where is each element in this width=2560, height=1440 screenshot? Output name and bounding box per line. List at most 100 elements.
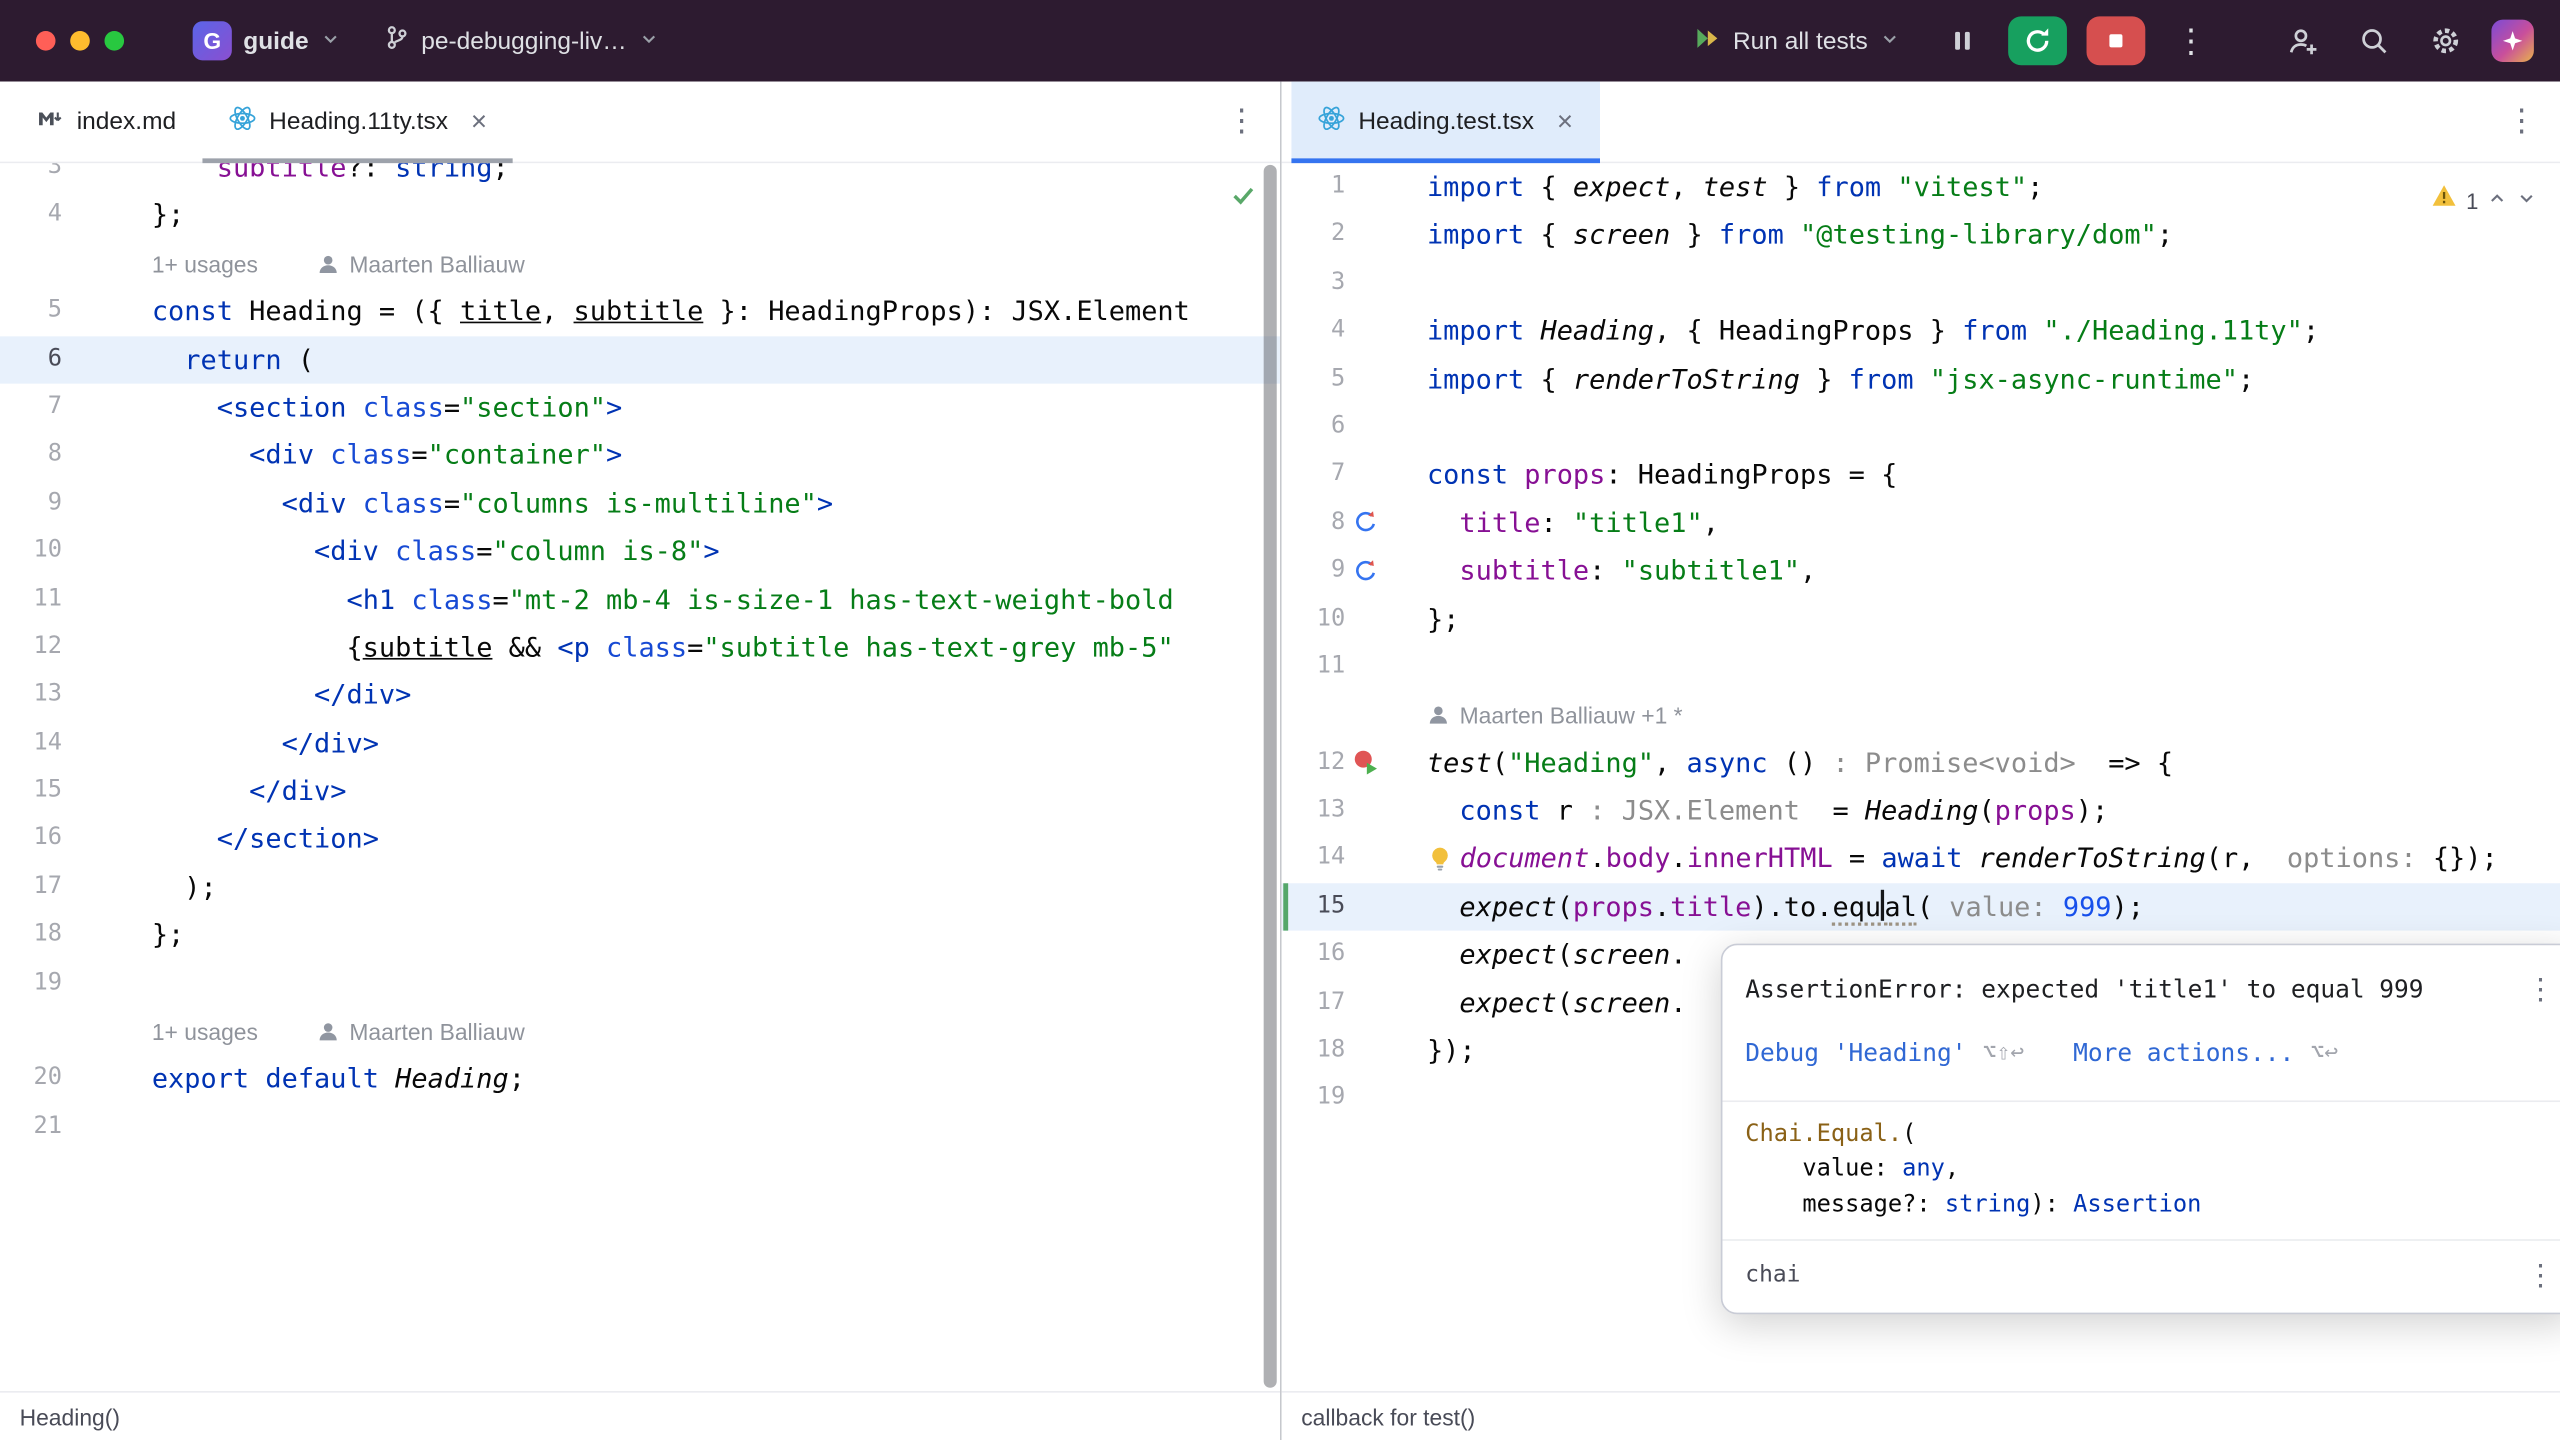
left-editor-scrollbar[interactable] xyxy=(1264,165,1277,1388)
code-line[interactable]: 7 <section class="section"> xyxy=(0,384,1280,432)
gutter[interactable] xyxy=(1345,595,1427,643)
line-number[interactable]: 9 xyxy=(0,480,62,528)
line-number[interactable]: 10 xyxy=(0,528,62,576)
code-line[interactable]: 13 </div> xyxy=(0,672,1280,720)
line-number[interactable]: 13 xyxy=(0,672,62,720)
gutter[interactable] xyxy=(1345,499,1427,547)
line-number[interactable]: 8 xyxy=(1282,499,1346,547)
search-icon[interactable] xyxy=(2348,15,2400,67)
author-avatar-icon[interactable] xyxy=(317,1020,340,1043)
zoom-window-button[interactable] xyxy=(104,31,124,51)
code-line[interactable]: 21 xyxy=(0,1103,1280,1151)
gutter[interactable] xyxy=(1345,259,1427,307)
gutter[interactable] xyxy=(62,911,152,959)
line-number[interactable]: 20 xyxy=(0,1055,62,1103)
gutter[interactable] xyxy=(62,863,152,911)
code-line[interactable]: 14document.body.innerHTML = await render… xyxy=(1282,835,2560,883)
line-number[interactable]: 18 xyxy=(0,911,62,959)
line-number[interactable]: 13 xyxy=(1282,787,1346,835)
close-tab-icon[interactable]: × xyxy=(1557,108,1573,136)
gutter[interactable] xyxy=(1345,355,1427,403)
line-number[interactable] xyxy=(0,1007,62,1055)
pause-button[interactable] xyxy=(1936,15,1988,67)
gutter[interactable] xyxy=(1345,643,1427,691)
line-number[interactable] xyxy=(1282,691,1346,739)
inspections-ok-widget[interactable] xyxy=(1229,178,1257,226)
line-number[interactable]: 10 xyxy=(1282,595,1346,643)
tab-heading-11ty-tsx[interactable]: Heading.11ty.tsx × xyxy=(202,82,513,162)
gutter[interactable] xyxy=(1345,1027,1427,1075)
line-number[interactable]: 8 xyxy=(0,432,62,480)
line-number[interactable] xyxy=(0,240,62,288)
line-number[interactable]: 15 xyxy=(1282,883,1346,931)
rerun-failed-test-icon[interactable] xyxy=(1353,750,1379,776)
code-line[interactable]: 9 <div class="columns is-multiline"> xyxy=(0,480,1280,528)
code-line[interactable]: 4import Heading, { HeadingProps } from "… xyxy=(1282,307,2560,355)
project-selector[interactable]: G guide xyxy=(176,13,357,69)
line-number[interactable]: 5 xyxy=(1282,355,1346,403)
code-line[interactable]: 6 xyxy=(1282,403,2560,451)
close-tab-icon[interactable]: × xyxy=(471,108,487,136)
author-avatar-icon[interactable] xyxy=(1427,704,1450,727)
code-line[interactable]: 16 </section> xyxy=(0,815,1280,863)
code-line[interactable]: 6 return ( xyxy=(0,336,1280,384)
code-line[interactable]: 10 <div class="column is-8"> xyxy=(0,528,1280,576)
gutter[interactable] xyxy=(62,240,152,288)
minimize-window-button[interactable] xyxy=(70,31,90,51)
gutter[interactable] xyxy=(62,1055,152,1103)
line-number[interactable]: 3 xyxy=(0,163,62,191)
ai-assistant-icon[interactable] xyxy=(2491,20,2533,62)
gutter[interactable] xyxy=(1345,163,1427,211)
code-line[interactable]: 9 subtitle: "subtitle1", xyxy=(1282,547,2560,595)
code-line[interactable]: 5const Heading = ({ title, subtitle }: H… xyxy=(0,288,1280,336)
line-number[interactable]: 19 xyxy=(0,959,62,1007)
gutter[interactable] xyxy=(62,719,152,767)
add-user-icon[interactable] xyxy=(2276,15,2328,67)
gutter[interactable] xyxy=(62,192,152,240)
code-line[interactable]: 1+ usagesMaarten Balliauw xyxy=(0,1007,1280,1055)
code-line[interactable]: 15 expect(props.title).to.equal( value: … xyxy=(1282,883,2560,931)
settings-gear-icon[interactable] xyxy=(2420,15,2472,67)
code-line[interactable]: 1import { expect, test } from "vitest"; xyxy=(1282,163,2560,211)
gutter[interactable] xyxy=(62,432,152,480)
gutter[interactable] xyxy=(1345,547,1427,595)
code-line[interactable]: 12test("Heading", async () : Promise<voi… xyxy=(1282,739,2560,787)
line-number[interactable]: 11 xyxy=(1282,643,1346,691)
gutter[interactable] xyxy=(1345,739,1427,787)
line-number[interactable]: 18 xyxy=(1282,1027,1346,1075)
gutter[interactable] xyxy=(1345,403,1427,451)
gutter[interactable] xyxy=(62,624,152,672)
branch-selector[interactable]: pe-debugging-liv… xyxy=(367,13,675,69)
inspections-warning-widget[interactable]: 1 xyxy=(2432,178,2537,226)
line-number[interactable]: 12 xyxy=(0,624,62,672)
line-number[interactable]: 17 xyxy=(1282,979,1346,1027)
right-tabbar-kebab[interactable]: ⋮ xyxy=(2506,103,2537,141)
breadcrumb-item[interactable]: Heading() xyxy=(20,1403,120,1429)
gutter[interactable] xyxy=(62,767,152,815)
tab-heading-test-tsx[interactable]: Heading.test.tsx × xyxy=(1291,82,1599,162)
left-editor[interactable]: 3 subtitle?: string;4};1+ usagesMaarten … xyxy=(0,163,1280,1391)
line-number[interactable]: 4 xyxy=(1282,307,1346,355)
author-annotation[interactable]: Maarten Balliauw xyxy=(349,251,524,277)
stop-button[interactable] xyxy=(2087,16,2146,65)
code-line[interactable]: 7const props: HeadingProps = { xyxy=(1282,451,2560,499)
gutter[interactable] xyxy=(62,288,152,336)
gutter[interactable] xyxy=(62,959,152,1007)
code-line[interactable]: 1+ usages Maarten Balliauw xyxy=(0,240,1280,288)
code-line[interactable]: 19 xyxy=(0,959,1280,1007)
line-number[interactable]: 5 xyxy=(0,288,62,336)
code-line[interactable]: 11 xyxy=(1282,643,2560,691)
gutter[interactable] xyxy=(1345,211,1427,259)
popup-footer-kebab[interactable]: ⋮ xyxy=(2526,1253,2555,1301)
gutter[interactable] xyxy=(1345,451,1427,499)
line-number[interactable]: 12 xyxy=(1282,739,1346,787)
gutter[interactable] xyxy=(62,480,152,528)
usages-hint[interactable]: 1+ usages xyxy=(152,251,258,277)
gutter[interactable] xyxy=(1345,931,1427,979)
line-number[interactable]: 6 xyxy=(1282,403,1346,451)
line-number[interactable]: 14 xyxy=(0,719,62,767)
author-annotation[interactable]: Maarten Balliauw xyxy=(349,1019,524,1045)
code-line[interactable]: 4}; xyxy=(0,192,1280,240)
code-line[interactable]: 13 const r : JSX.Element = Heading(props… xyxy=(1282,787,2560,835)
more-actions-link[interactable]: More actions... xyxy=(2073,1031,2294,1079)
